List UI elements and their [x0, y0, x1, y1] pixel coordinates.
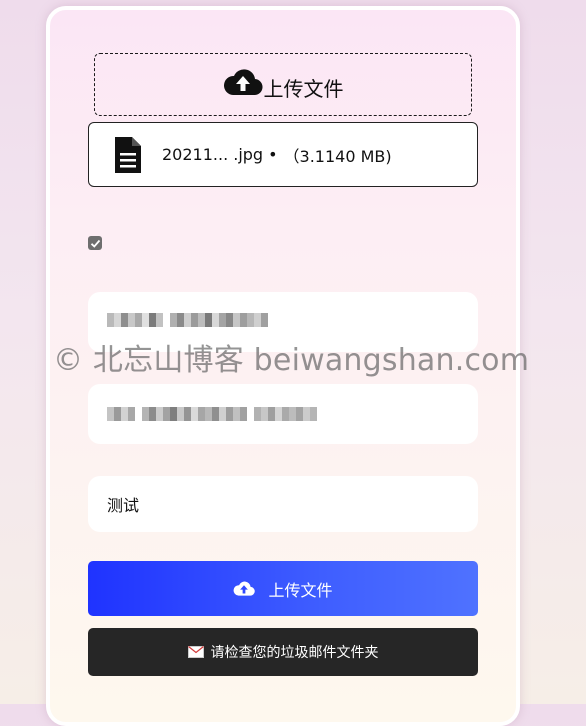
- email-field-redacted-value: [107, 407, 459, 421]
- file-name: 20211... .jpg: [162, 145, 264, 164]
- consent-checkbox[interactable]: [88, 236, 102, 250]
- checkmark-icon: [90, 239, 100, 248]
- spam-folder-notice: 请检查您的垃圾邮件文件夹: [88, 628, 478, 676]
- envelope-icon: [187, 646, 204, 658]
- document-icon: [115, 136, 141, 173]
- file-separator: •: [268, 145, 278, 164]
- subject-field[interactable]: [88, 476, 478, 532]
- dropzone-label: 上传文件: [263, 77, 344, 101]
- cloud-upload-icon: [234, 581, 256, 596]
- upload-button[interactable]: 上传文件: [88, 561, 478, 616]
- cloud-upload-icon: [223, 68, 263, 95]
- name-field[interactable]: [88, 292, 478, 352]
- file-size: （3.1140 MB): [283, 146, 392, 166]
- uploaded-file-item: 20211... .jpg • （3.1140 MB): [88, 122, 478, 187]
- notice-text: 请检查您的垃圾邮件文件夹: [210, 645, 379, 661]
- file-dropzone[interactable]: 上传文件: [94, 53, 472, 116]
- email-field[interactable]: [88, 384, 478, 444]
- upload-button-label: 上传文件: [268, 580, 333, 600]
- name-field-redacted-value: [107, 313, 459, 327]
